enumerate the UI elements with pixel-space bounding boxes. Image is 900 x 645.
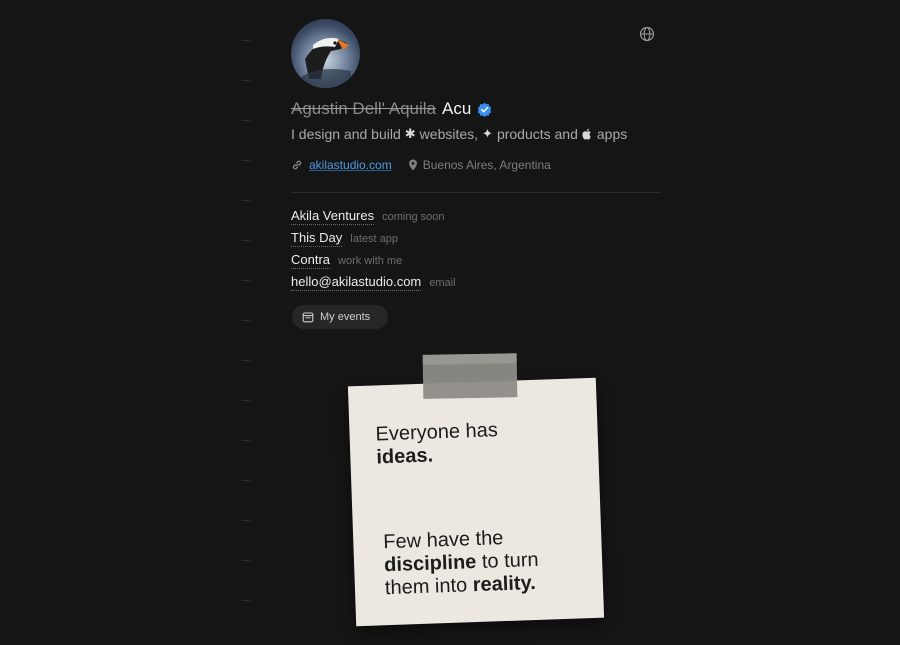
tape: [422, 353, 518, 399]
location: Buenos Aires, Argentina: [408, 158, 551, 172]
location-pin-icon: [408, 159, 417, 171]
note-line-5: them into: [384, 574, 474, 600]
profile-meta: akilastudio.com Buenos Aires, Argentina: [291, 157, 551, 173]
note-line-2: ideas.: [376, 444, 434, 469]
note-line-1: Everyone has: [375, 419, 499, 446]
list-item: Contra work with me: [291, 252, 456, 274]
location-text: Buenos Aires, Argentina: [422, 158, 551, 172]
tagline: I design and build ✱ websites, ✦ product…: [291, 126, 627, 142]
verified-icon: [478, 102, 492, 117]
apple-icon: [582, 128, 591, 140]
asterisk-icon: ✱: [404, 126, 416, 141]
my-events-button[interactable]: My events: [292, 305, 388, 329]
website-link[interactable]: akilastudio.com: [309, 158, 392, 172]
note-quote-bottom: Few have the discipline to turn them int…: [383, 526, 540, 600]
avatar: [291, 19, 360, 88]
sticky-note: Everyone has ideas. Few have the discipl…: [347, 377, 605, 627]
link-note: coming soon: [382, 211, 445, 223]
list-item: This Day latest app: [291, 230, 456, 252]
note-line-3: Few have the: [382, 527, 504, 554]
tagline-text-2: websites,: [419, 126, 479, 142]
tagline-text-3: products and: [496, 126, 578, 142]
struck-name: Agustin Dell' Aquila: [291, 99, 436, 118]
globe-icon[interactable]: [639, 26, 655, 42]
display-name: Acu: [442, 99, 472, 118]
link-note: work with me: [338, 255, 403, 267]
divider: [291, 192, 661, 193]
note-quote-top: Everyone has ideas.: [375, 419, 499, 469]
list-item: Akila Ventures coming soon: [291, 208, 456, 230]
my-events-label: My events: [320, 311, 371, 323]
link-email[interactable]: hello@akilastudio.com: [291, 274, 422, 291]
link-this-day[interactable]: This Day: [291, 230, 343, 247]
note-line-4: to turn: [475, 548, 539, 574]
tagline-text-1: I design and build: [291, 126, 401, 142]
links-list: Akila Ventures coming soon This Day late…: [291, 208, 456, 296]
list-item: hello@akilastudio.com email: [291, 274, 456, 296]
link-contra[interactable]: Contra: [291, 252, 331, 269]
side-ruler: [238, 0, 252, 645]
note-word-reality: reality.: [472, 571, 537, 597]
link-note: email: [429, 277, 456, 289]
link-icon: [292, 160, 302, 170]
calendar-icon: [302, 312, 314, 323]
link-akila-ventures[interactable]: Akila Ventures: [291, 208, 375, 225]
sparkle-icon: ✦: [482, 126, 493, 141]
name-row: Agustin Dell' Aquila Acu: [291, 99, 492, 119]
link-note: latest app: [350, 233, 398, 245]
note-word-discipline: discipline: [383, 551, 477, 577]
tagline-text-4: apps: [596, 126, 628, 142]
